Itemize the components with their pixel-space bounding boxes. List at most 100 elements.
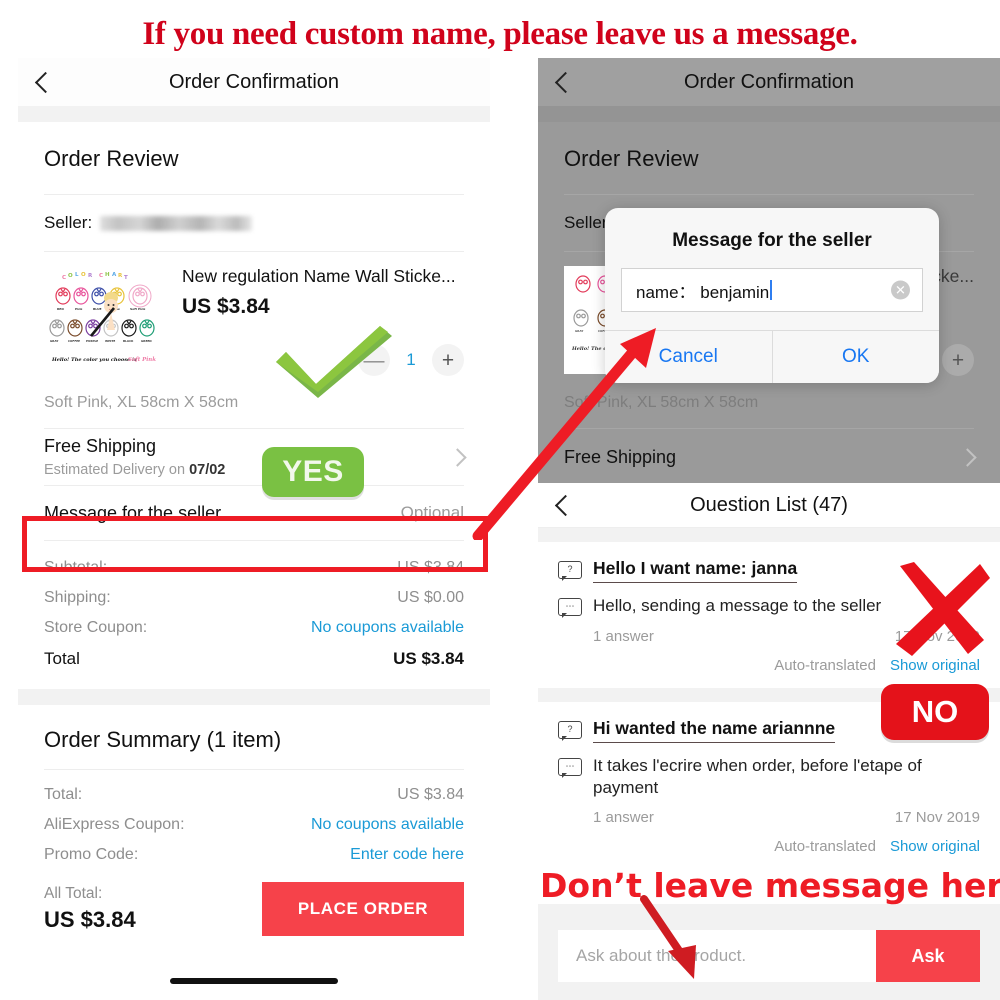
svg-text:A: A [112,272,117,278]
cost-value: US $0.00 [397,589,464,606]
question-line: ? Hello I want name: janna [558,558,980,583]
right-navbar: Order Confirmation [538,58,1000,106]
section-divider [538,688,1000,702]
translation-row: Auto-translated Show original [558,645,980,678]
svg-text:Soft Pink: Soft Pink [130,307,146,311]
product-row[interactable]: CO LO R CH AR T RED Pink BLUE Soft Pink … [44,252,464,380]
ask-input[interactable]: Ask about the product. [558,930,876,982]
chevron-left-icon[interactable] [554,74,570,90]
order-summary-title: Order Summary (1 item) [44,727,282,752]
quantity-stepper[interactable]: — 1 + [358,344,464,376]
dialog-input-wrap: name： benjamin ✕ [605,268,939,330]
question-list-screen: Ouestion List (47) ? Hello I want name: … [538,483,1000,1000]
promo-banner: If you need custom name, please leave us… [142,15,858,52]
place-order-button[interactable]: PLACE ORDER [262,882,464,936]
shipping-row[interactable]: Free Shipping Estimated Delivery on 07/0… [44,429,467,485]
svg-text:Hello! The color you choose is: Hello! The color you choose is [51,357,137,363]
cancel-button[interactable]: Cancel [605,331,772,383]
svg-text:Pink: Pink [75,307,83,311]
question-date: 17 Nov 2019 [894,809,980,827]
chevron-right-icon [958,447,977,467]
svg-text:L: L [75,272,79,278]
answer-text: It takes l'ecrire when order, before l'e… [593,756,922,798]
shipping-info: Free Shipping Estimated Delivery on 07/0… [44,436,225,478]
svg-text:COFFEE: COFFEE [68,339,80,343]
svg-text:PURPLE: PURPLE [86,339,98,343]
text-caret [770,280,773,300]
answer-bubble-icon: ⋯ [558,598,582,618]
seller-label: Seller [564,213,608,232]
question-list-navbar: Ouestion List (47) [538,483,1000,528]
cost-value: US $3.84 [397,559,464,576]
product-sku: Soft Pink, XL 58cm X 58cm [564,394,759,411]
svg-text:BLUE: BLUE [93,307,102,311]
cost-row[interactable]: Promo Code: Enter code here [44,840,464,870]
clear-circle-icon[interactable]: ✕ [891,280,910,300]
quantity-stepper: + [942,344,974,376]
cost-row[interactable]: Store Coupon: No coupons available [44,613,464,643]
product-title: New regulation Name Wall Sticke... [182,266,456,286]
chevron-right-icon [448,447,467,467]
promo-code-link[interactable]: Enter code here [350,846,464,864]
cost-label: Subtotal: [44,559,108,576]
ask-bar: Ask about the product. Ask [538,904,1000,1000]
all-total-label: All Total: [44,885,103,902]
cost-row: Subtotal: US $3.84 [44,553,464,583]
left-navbar-title: Order Confirmation [168,70,340,93]
message-for-seller-row[interactable]: Message for the seller Optional [44,486,464,540]
svg-text:T: T [124,275,128,281]
question-meta: 1 answer 17 Nov 2019 [558,799,980,826]
section-divider [538,528,1000,542]
cost-value: US $3.84 [397,786,464,803]
question-text: Hello I want name: janna [593,558,798,583]
section-divider [538,106,1000,122]
store-coupon-link[interactable]: No coupons available [311,619,464,637]
chevron-left-icon[interactable] [554,497,570,513]
right-navbar-title: Order Confirmation [683,70,855,93]
svg-text:O: O [68,273,73,279]
cost-label: Store Coupon: [44,619,148,636]
cost-row: Total: US $3.84 [44,780,464,810]
chevron-left-icon[interactable] [34,74,50,90]
message-input[interactable]: name： benjamin ✕ [621,268,923,312]
ask-button[interactable]: Ask [876,930,980,982]
svg-text:H: H [105,272,110,278]
order-summary-section: Order Summary (1 item) Total: US $3.84 A… [18,705,490,936]
auto-translated-label: Auto-translated [774,838,876,856]
quantity-minus-button[interactable]: — [358,344,390,376]
show-original-link[interactable]: Show original [890,657,980,674]
svg-text:GREEN: GREEN [141,339,152,343]
product-price: US $3.84 [182,295,270,318]
question-item-2[interactable]: ? Hi wanted the name ariannne ⋯ It takes… [538,702,1000,870]
shipping-row: Free Shipping [564,429,977,483]
svg-text:Soft Pink: Soft Pink [128,357,156,363]
product-sku: Soft Pink, XL 58cm X 58cm [44,394,239,411]
order-review-section: Order Review Seller: CO LO R CH AR T RED… [18,122,490,689]
section-divider [18,689,490,705]
quantity-plus-button: + [942,344,974,376]
product-thumbnail[interactable]: CO LO R CH AR T RED Pink BLUE Soft Pink … [44,266,164,374]
seller-name-blurred [100,215,253,231]
show-original-link[interactable]: Show original [890,838,980,855]
quantity-plus-button[interactable]: + [432,344,464,376]
question-date: 17 Nov 2019 [894,628,980,645]
cost-row: Shipping: US $0.00 [44,583,464,613]
question-text: Hi wanted the name ariannne [593,718,836,743]
answer-text: Hello, sending a message to the seller [593,596,882,615]
aliexpress-coupon-link[interactable]: No coupons available [311,816,464,834]
message-for-seller-value: Optional [400,503,464,522]
dialog-title: Message for the seller [672,230,872,251]
cost-row[interactable]: AliExpress Coupon: No coupons available [44,810,464,840]
question-item-1[interactable]: ? Hello I want name: janna ⋯ Hello, send… [538,542,1000,688]
svg-text:C: C [99,273,103,279]
message-for-seller-dialog: Message for the seller name： benjamin ✕ … [605,208,939,383]
question-bubble-icon: ? [558,721,582,741]
ok-button[interactable]: OK [771,331,939,383]
answer-bubble-icon: ⋯ [558,758,582,778]
svg-text:BLACK: BLACK [123,339,134,343]
all-total-info: All Total: US $3.84 [44,885,136,933]
total-label: Total [44,649,80,668]
cost-breakdown: Subtotal: US $3.84 Shipping: US $0.00 St… [44,541,464,689]
order-review-title: Order Review [564,146,699,171]
total-row: Total US $3.84 [44,643,464,675]
